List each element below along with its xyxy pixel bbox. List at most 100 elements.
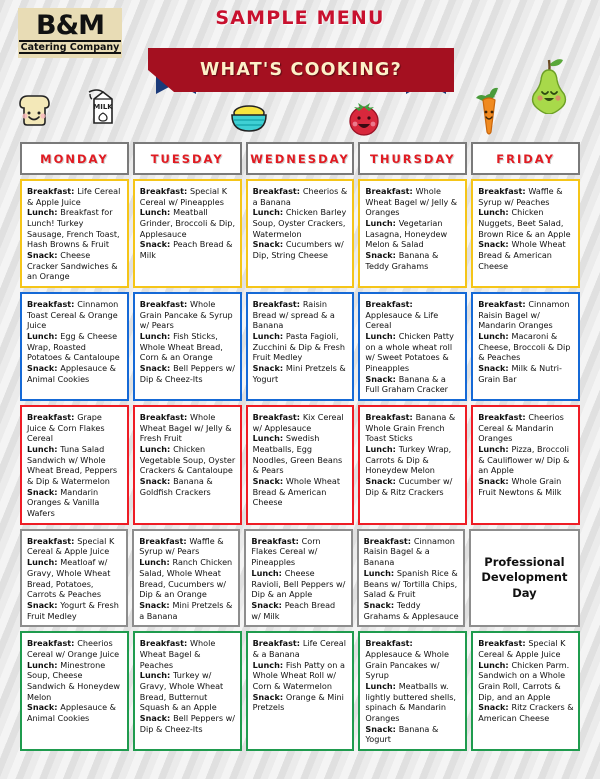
meal-label-snack: Snack: <box>139 476 174 487</box>
menu-cell-week1-monday[interactable]: Breakfast: Life Cereal & Apple Juice Lunc… <box>20 179 129 289</box>
meal-breakfast: Breakfast: Cinnamon Raisin Bagel w/ Mand… <box>478 299 570 331</box>
tomato-icon <box>345 98 383 138</box>
meal-lunch: Lunch: Chicken Nuggets, Beet Salad, Brow… <box>478 207 571 239</box>
logo-sub-text: Catering Company <box>18 39 122 55</box>
meal-snack: Snack: Applesauce & Animal Cookies <box>27 363 116 384</box>
meal-snack: Snack: Whole Wheat Bread & American Chee… <box>478 239 566 271</box>
meal-breakfast: Breakfast: Special K Cereal w/ Pineapple… <box>139 186 228 207</box>
meal-snack: Snack: Cucumbers w/ Dip, String Cheese <box>252 239 344 261</box>
meal-label-snack: Snack: <box>252 476 286 487</box>
day-header-tuesday: TUESDAY <box>132 142 242 175</box>
menu-cell-week5-monday[interactable]: Breakfast: Cheerios Cereal w/ Orange Jui… <box>20 631 129 751</box>
banner-title: WHAT'S COOKING? <box>200 60 402 80</box>
meal-snack: Snack: Bell Peppers w/ Dip & Cheez-Its <box>139 712 235 734</box>
meal-label-breakfast: Breakfast: <box>478 186 529 196</box>
menu-cell-week3-thursday[interactable]: Breakfast: Banana & Whole Grain French T… <box>358 405 468 525</box>
meal-label-breakfast: Breakfast: <box>252 186 303 196</box>
svg-text:MILK: MILK <box>93 103 113 111</box>
menu-cell-week2-wednesday[interactable]: Breakfast: Raisin Bread w/ spread & a Ba… <box>245 292 355 402</box>
menu-cell-week2-tuesday[interactable]: Breakfast: Whole Grain Pancake & Syrup w… <box>132 292 242 402</box>
meal-snack: Snack: Orange & Mini Pretzels <box>252 691 344 713</box>
meal-label-breakfast: Breakfast: <box>27 412 78 423</box>
meal-label-breakfast: Breakfast: <box>365 186 416 196</box>
meal-snack: Snack: Mini Pretzels & Yogurt <box>252 363 346 384</box>
meal-label-snack: Snack: <box>365 476 399 487</box>
bread-icon <box>14 88 54 128</box>
meal-label-breakfast: Breakfast: <box>363 535 414 546</box>
meal-label-lunch: Lunch: <box>365 331 399 342</box>
meal-lunch: Lunch: Chicken Vegetable Soup, Oyster Cr… <box>139 444 236 476</box>
meal-lunch: Lunch: Meatloaf w/ Gravy, Whole Wheat Br… <box>27 557 111 600</box>
day-header-row: MONDAY TUESDAY WEDNESDAY THURSDAY FRIDAY <box>20 142 580 175</box>
meal-snack: Snack: Cucumber w/ Dip & Ritz Crackers <box>365 476 453 497</box>
meal-breakfast: Breakfast: Whole Wheat Bagel w/ Jelly & … <box>365 186 458 218</box>
meal-label-snack: Snack: <box>478 363 512 374</box>
meal-snack: Snack: Whole Grain Fruit Newtons & Milk <box>478 476 562 497</box>
menu-cell-week4-thursday[interactable]: Breakfast: Cinnamon Raisin Bagel & a Ban… <box>356 528 465 628</box>
menu-cell-week2-thursday[interactable]: Breakfast: Applesauce & Life Cereal Lunch… <box>358 292 468 402</box>
menu-cell-week4-tuesday[interactable]: Breakfast: Waffle & Syrup w/ Pears Lunch:… <box>132 528 241 628</box>
meal-label-snack: Snack: <box>365 373 399 384</box>
menu-cell-week4-friday[interactable]: Professional Development Day <box>468 528 581 628</box>
meal-breakfast: Breakfast: Life Cereal & a Banana <box>252 638 346 659</box>
meal-snack: Snack: Mini Pretzels & a Banana <box>139 599 233 621</box>
meal-label-snack: Snack: <box>139 599 173 610</box>
menu-cell-week4-monday[interactable]: Breakfast: Special K Cereal & Apple Juic… <box>20 528 129 628</box>
menu-cell-week1-thursday[interactable]: Breakfast: Whole Wheat Bagel w/ Jelly & … <box>358 179 468 289</box>
meal-label-lunch: Lunch: <box>478 659 512 670</box>
meal-snack: Snack: Banana & Yogurt <box>365 723 439 745</box>
menu-page: B&M Catering Company SAMPLE MENU WHAT'S … <box>0 0 600 779</box>
carrot-icon <box>472 86 506 138</box>
day-header-thursday: THURSDAY <box>358 142 468 175</box>
meal-breakfast: Breakfast: Kix Cereal w/ Applesauce <box>252 412 344 433</box>
meal-label-breakfast: Breakfast: <box>27 186 78 196</box>
menu-cell-week1-wednesday[interactable]: Breakfast: Cheerios & a Banana Lunch: Chi… <box>245 179 355 289</box>
meal-breakfast: Breakfast: Cinnamon Toast Cereal & Orang… <box>27 299 119 331</box>
menu-cell-week2-friday[interactable]: Breakfast: Cinnamon Raisin Bagel w/ Mand… <box>471 292 580 402</box>
meal-label-lunch: Lunch: <box>251 567 285 578</box>
meal-snack: Snack: Peach Bread w/ Milk <box>251 599 336 621</box>
meal-label-breakfast: Breakfast: <box>139 186 191 196</box>
meal-label-snack: Snack: <box>251 599 285 610</box>
meal-breakfast: Breakfast: Raisin Bread w/ spread & a Ba… <box>252 299 335 331</box>
meal-lunch: Lunch: Cheese Ravioli, Bell Peppers w/ D… <box>251 567 346 600</box>
meal-breakfast: Breakfast: Banana & Whole Grain French T… <box>365 412 456 444</box>
menu-cell-week2-monday[interactable]: Breakfast: Cinnamon Toast Cereal & Orang… <box>20 292 129 402</box>
meal-label-breakfast: Breakfast: <box>365 299 413 310</box>
week-row-5: Breakfast: Cheerios Cereal w/ Orange Jui… <box>20 631 580 751</box>
meal-lunch: Lunch: Tuna Salad Sandwich w/ Whole Whea… <box>27 444 118 487</box>
meal-label-lunch: Lunch: <box>478 207 512 218</box>
meal-lunch: Lunch: Minestrone Soup, Cheese Sandwich … <box>27 659 120 702</box>
meal-breakfast: Breakfast: Applesauce & Life Cereal <box>365 299 439 331</box>
menu-cell-week3-tuesday[interactable]: Breakfast: Whole Wheat Bagel w/ Jelly & … <box>132 405 242 525</box>
menu-cell-week5-tuesday[interactable]: Breakfast: Whole Wheat Bagel & Peaches Lu… <box>132 631 242 751</box>
week-row-1: Breakfast: Life Cereal & Apple Juice Lunc… <box>20 179 580 289</box>
meal-label-lunch: Lunch: <box>139 670 174 681</box>
meal-breakfast: Breakfast: Whole Wheat Bagel w/ Jelly & … <box>139 412 232 444</box>
meal-label-snack: Snack: <box>27 599 61 610</box>
meal-label-snack: Snack: <box>27 702 61 713</box>
meal-label-lunch: Lunch: <box>139 207 174 218</box>
meal-snack: Snack: Teddy Grahams & Applesauce <box>363 599 459 621</box>
meal-label-breakfast: Breakfast: <box>252 638 303 649</box>
menu-cell-week5-friday[interactable]: Breakfast: Special K Cereal & Apple Juic… <box>471 631 580 751</box>
menu-cell-week5-thursday[interactable]: Breakfast: Applesauce & Whole Grain Panc… <box>358 631 468 751</box>
menu-cell-week1-tuesday[interactable]: Breakfast: Special K Cereal w/ Pineapple… <box>132 179 242 289</box>
menu-cell-week3-monday[interactable]: Breakfast: Grape Juice & Corn Flakes Cer… <box>20 405 129 525</box>
menu-cell-week3-friday[interactable]: Breakfast: Cheerios Cereal & Mandarin Or… <box>471 405 580 525</box>
menu-cell-week4-wednesday[interactable]: Breakfast: Corn Flakes Cereal w/ Pineapp… <box>244 528 353 628</box>
meal-label-lunch: Lunch: <box>252 331 286 342</box>
meal-lunch: Lunch: Pasta Fagioli, Zucchini & Dip & F… <box>252 331 345 363</box>
menu-cell-week3-wednesday[interactable]: Breakfast: Kix Cereal w/ Applesauce Lunch… <box>245 405 355 525</box>
day-header-friday: FRIDAY <box>471 142 580 175</box>
menu-grid: MONDAY TUESDAY WEDNESDAY THURSDAY FRIDAY… <box>20 142 581 751</box>
meal-label-snack: Snack: <box>252 363 286 374</box>
meal-lunch: Lunch: Fish Patty on a Whole Wheat Roll … <box>252 659 345 691</box>
meal-label-snack: Snack: <box>139 712 174 723</box>
menu-cell-week5-wednesday[interactable]: Breakfast: Life Cereal & a Banana Lunch: … <box>245 631 355 751</box>
menu-cell-week1-friday[interactable]: Breakfast: Waffle & Syrup w/ Peaches Lunc… <box>471 179 580 289</box>
cereal-bowl-icon <box>228 100 270 136</box>
meal-label-lunch: Lunch: <box>139 331 174 342</box>
meal-label-breakfast: Breakfast: <box>478 299 529 310</box>
page-header: B&M Catering Company SAMPLE MENU WHAT'S … <box>0 0 600 140</box>
